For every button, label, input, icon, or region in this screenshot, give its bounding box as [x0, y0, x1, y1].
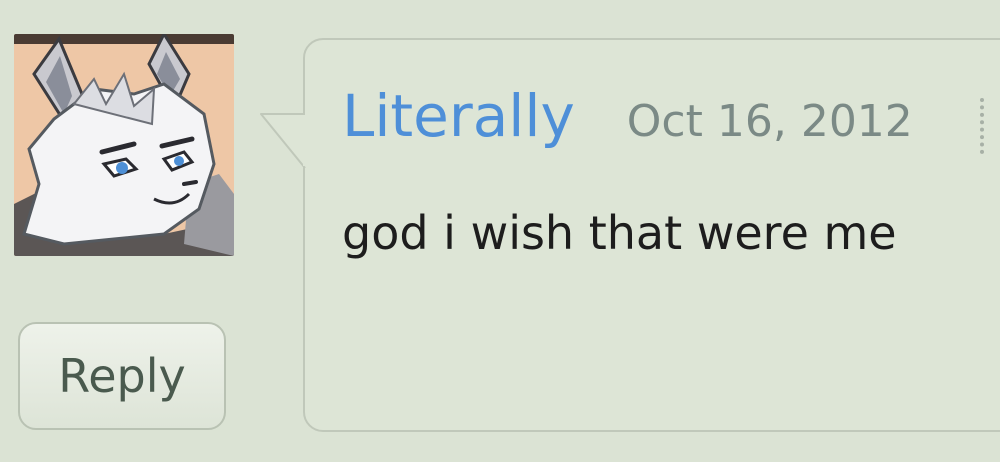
wolf-avatar-icon — [14, 34, 234, 256]
comment-meta: Literally Oct 16, 2012 — [342, 82, 913, 150]
avatar[interactable] — [14, 34, 234, 256]
post-date: Oct 16, 2012 — [626, 96, 913, 147]
comment-text: god i wish that were me — [342, 206, 897, 260]
username-link[interactable]: Literally — [342, 82, 575, 150]
comment-bubble-tail — [260, 113, 307, 169]
reply-button[interactable]: Reply — [18, 322, 226, 430]
meta-separator — [980, 98, 984, 154]
